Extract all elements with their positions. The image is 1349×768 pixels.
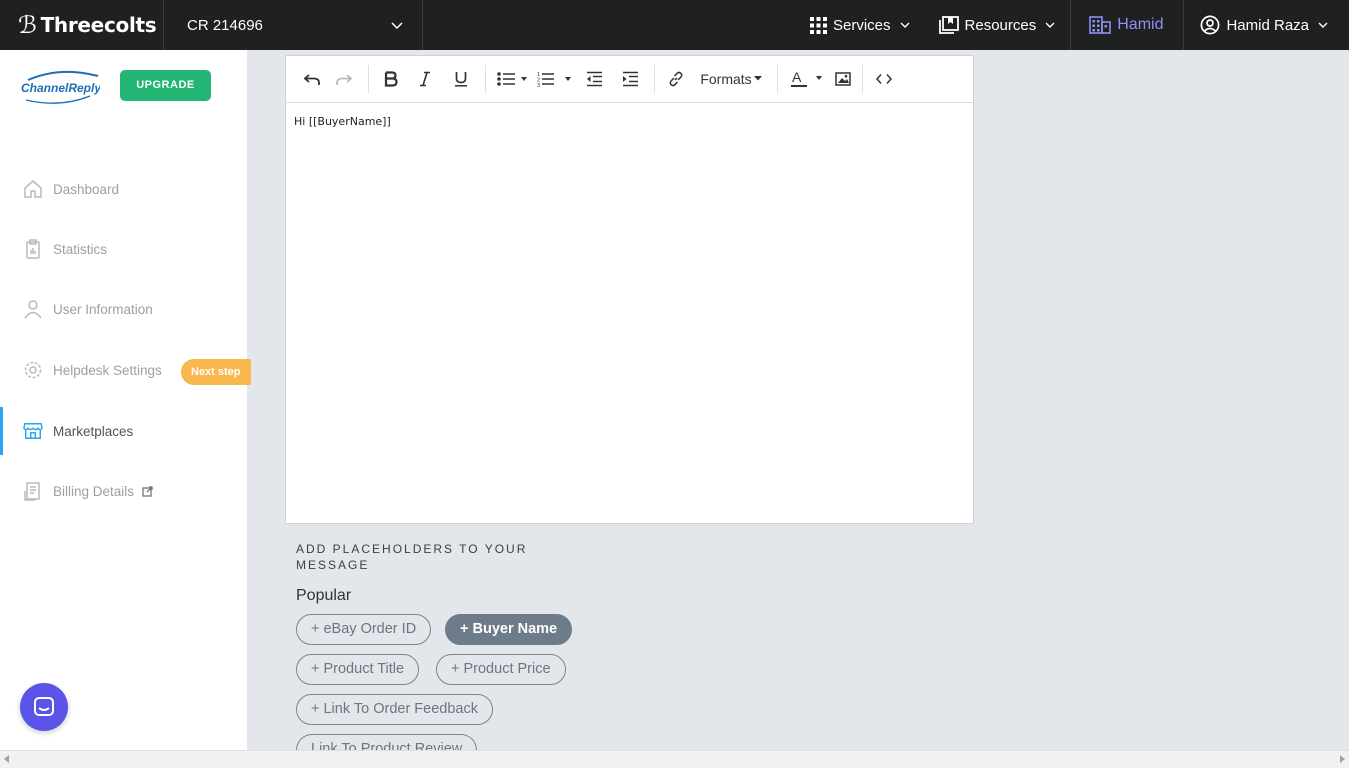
- svg-text:A: A: [792, 70, 802, 85]
- indent-button[interactable]: [612, 64, 648, 94]
- toolbar-divider: [777, 65, 778, 93]
- redo-icon: [336, 74, 352, 85]
- book-icon: [938, 16, 959, 34]
- link-icon: [669, 71, 683, 87]
- building-icon: [1089, 16, 1112, 34]
- organization-label: Hamid: [1117, 16, 1164, 33]
- placeholder-chip-link-to-order-feedback[interactable]: + Link To Order Feedback: [296, 694, 493, 725]
- sidebar-item-marketplaces[interactable]: Marketplaces: [0, 407, 247, 455]
- gear-icon: [23, 360, 43, 380]
- underline-icon: [455, 72, 467, 87]
- grid-icon: [810, 16, 827, 34]
- redo-button[interactable]: [326, 64, 362, 94]
- placeholder-chip-ebay-order-id[interactable]: + eBay Order ID: [296, 614, 432, 645]
- account-selector[interactable]: CR 214696: [164, 0, 423, 50]
- scroll-left-arrow-icon[interactable]: [4, 755, 10, 763]
- sidebar-item-label: Dashboard: [53, 181, 120, 197]
- user-name: Hamid Raza: [1226, 16, 1309, 34]
- placeholder-chip-product-title[interactable]: + Product Title: [296, 654, 420, 685]
- sidebar-item-label: Billing Details: [53, 483, 135, 499]
- chevron-down-icon: [391, 22, 403, 30]
- threecolts-logo-icon: ℬ: [18, 11, 37, 39]
- editor-toolbar: 123 Formats A: [286, 56, 973, 103]
- svg-text:3: 3: [537, 83, 540, 87]
- services-menu[interactable]: Services: [796, 0, 925, 50]
- underline-button[interactable]: [443, 64, 479, 94]
- sidebar-item-label: Marketplaces: [53, 423, 134, 439]
- bold-icon: [384, 71, 398, 87]
- bullet-list-button[interactable]: [492, 64, 532, 94]
- chat-icon: [34, 697, 54, 716]
- source-code-button[interactable]: [869, 64, 899, 94]
- outdent-icon: [586, 71, 602, 87]
- image-icon: [835, 72, 851, 86]
- sidebar-item-dashboard[interactable]: Dashboard: [0, 165, 247, 213]
- horizontal-scrollbar[interactable]: [0, 750, 1349, 768]
- user-circle-icon: [1201, 15, 1220, 35]
- home-icon: [23, 179, 43, 199]
- upgrade-button[interactable]: UPGRADE: [120, 70, 211, 101]
- chevron-down-icon: [900, 22, 910, 28]
- user-icon: [23, 299, 43, 319]
- resources-menu[interactable]: Resources: [925, 0, 1071, 50]
- toolbar-divider: [368, 65, 369, 93]
- insert-link-button[interactable]: [661, 64, 691, 94]
- sidebar-item-label: Helpdesk Settings: [53, 362, 162, 378]
- caret-down-icon: [753, 76, 762, 81]
- undo-button[interactable]: [298, 64, 326, 94]
- resources-label: Resources: [964, 16, 1037, 34]
- receipt-icon: [23, 481, 43, 501]
- placeholder-chip-link-to-product-review[interactable]: Link To Product Review: [296, 734, 478, 750]
- bullet-list-icon: [497, 72, 527, 86]
- editor-content-area[interactable]: Hi [[BuyerName]]: [286, 103, 973, 140]
- code-icon: [876, 74, 892, 84]
- account-id: CR 214696: [187, 16, 263, 34]
- sidebar: ChannelReply UPGRADE Dashboard Statistic…: [0, 50, 251, 750]
- next-step-badge: Next step: [181, 359, 251, 385]
- text-color-button[interactable]: A: [784, 64, 830, 94]
- placeholder-chip-label: Link To Product Review: [311, 741, 463, 750]
- sidebar-item-label: User Information: [53, 301, 153, 317]
- popular-section-heading: Popular: [296, 587, 352, 604]
- external-link-icon: [142, 485, 153, 497]
- scroll-right-arrow-icon[interactable]: [1339, 755, 1345, 763]
- user-menu[interactable]: Hamid Raza: [1184, 0, 1349, 50]
- sidebar-item-statistics[interactable]: Statistics: [0, 225, 247, 273]
- bold-button[interactable]: [375, 64, 407, 94]
- italic-icon: [420, 71, 430, 87]
- toolbar-divider: [485, 65, 486, 93]
- placeholder-chip-buyer-name[interactable]: + Buyer Name: [445, 614, 573, 645]
- chat-launcher-button[interactable]: [20, 683, 68, 731]
- channelreply-logo[interactable]: ChannelReply: [20, 70, 100, 104]
- numbered-list-icon: 123: [537, 72, 571, 87]
- insert-image-button[interactable]: [830, 64, 856, 94]
- channelreply-logo-text: ChannelReply: [21, 81, 100, 95]
- indent-icon: [622, 71, 638, 87]
- top-navigation-bar: ℬ Threecolts CR 214696 Services Resource…: [0, 0, 1349, 50]
- brand-name: Threecolts: [40, 13, 157, 37]
- editor-text: Hi [[BuyerName]]: [294, 115, 391, 128]
- undo-icon: [304, 74, 320, 85]
- formats-label: Formats: [700, 71, 752, 87]
- formats-dropdown[interactable]: Formats: [691, 64, 771, 94]
- placeholder-chip-product-price[interactable]: + Product Price: [436, 654, 566, 685]
- italic-button[interactable]: [407, 64, 443, 94]
- chevron-down-icon: [1045, 22, 1055, 28]
- toolbar-divider: [654, 65, 655, 93]
- chevron-down-icon: [1318, 22, 1328, 28]
- sidebar-item-label: Statistics: [53, 241, 108, 257]
- numbered-list-button[interactable]: 123: [532, 64, 576, 94]
- message-editor: 123 Formats A Hi [[BuyerName]]: [285, 55, 974, 524]
- text-color-icon: A: [791, 70, 822, 87]
- sidebar-item-billing-details[interactable]: Billing Details: [0, 467, 247, 515]
- services-label: Services: [833, 16, 891, 34]
- placeholders-heading: ADD PLACEHOLDERS TO YOUR MESSAGE: [296, 542, 528, 572]
- store-icon: [23, 421, 43, 441]
- organization-menu[interactable]: Hamid: [1070, 0, 1185, 50]
- clipboard-chart-icon: [23, 239, 43, 259]
- toolbar-divider: [862, 65, 863, 93]
- outdent-button[interactable]: [576, 64, 612, 94]
- sidebar-item-user-information[interactable]: User Information: [0, 285, 247, 333]
- threecolts-logo[interactable]: ℬ Threecolts: [0, 0, 164, 50]
